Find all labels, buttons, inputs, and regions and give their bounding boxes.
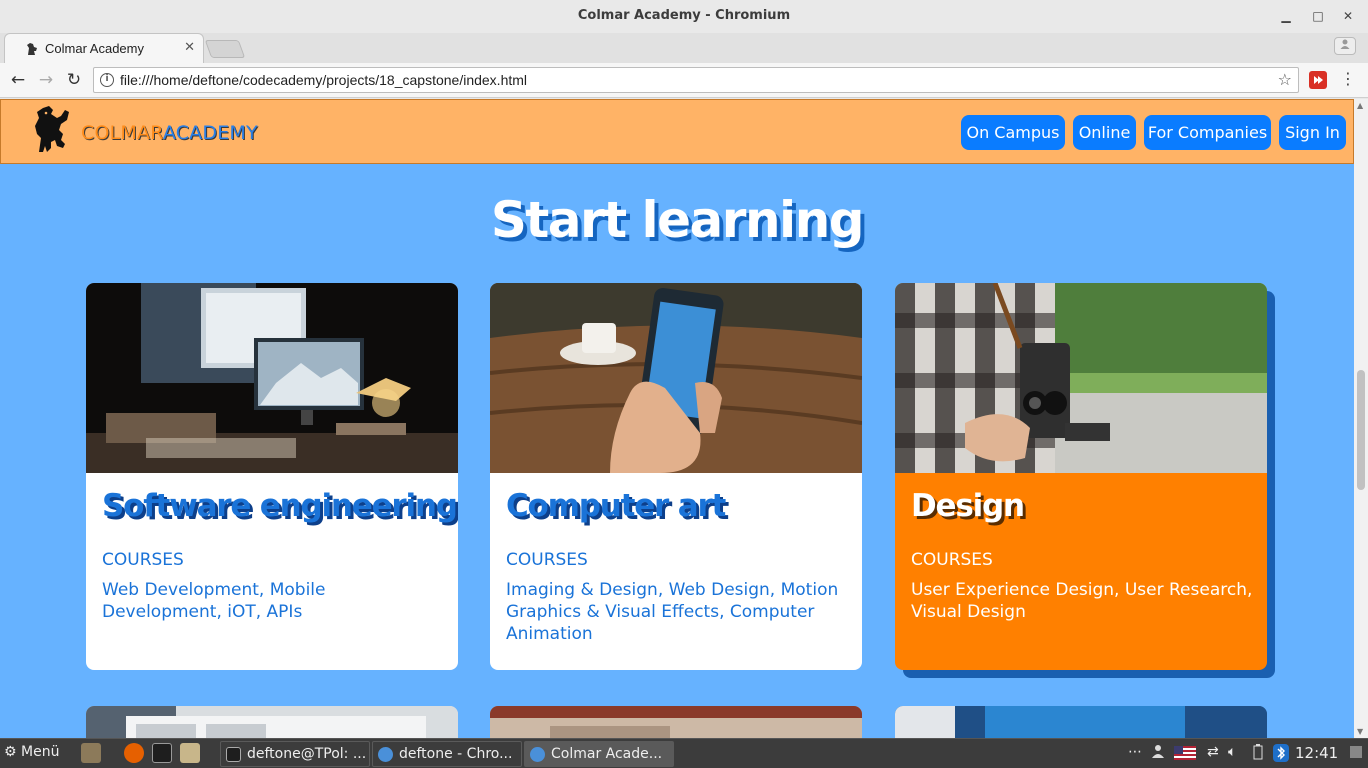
close-window-button[interactable]: ✕ bbox=[1338, 6, 1358, 26]
show-desktop-icon[interactable] bbox=[1350, 746, 1362, 762]
task-label: deftone@TPol: ... bbox=[247, 746, 367, 762]
card-label: COURSES bbox=[506, 550, 588, 570]
scroll-up-icon[interactable]: ▲ bbox=[1357, 101, 1363, 110]
card-photo-blurred bbox=[490, 706, 862, 738]
profile-icon[interactable] bbox=[1334, 37, 1356, 55]
scrollbar-thumb[interactable] bbox=[1357, 370, 1365, 490]
lion-logo-icon[interactable] bbox=[31, 104, 73, 154]
nav-online[interactable]: Online bbox=[1073, 115, 1136, 150]
tray-overflow-icon[interactable]: ⋯ bbox=[1128, 744, 1142, 760]
start-menu-button[interactable]: ⚙ Menü bbox=[4, 744, 59, 760]
address-bar[interactable]: i file:///home/deftone/codecademy/projec… bbox=[93, 67, 1299, 93]
site-header: COLMARACADEMY On Campus Online For Compa… bbox=[0, 99, 1354, 164]
tab-title: Colmar Academy bbox=[45, 41, 144, 56]
info-icon[interactable]: i bbox=[100, 73, 114, 87]
bluetooth-icon[interactable] bbox=[1273, 744, 1289, 766]
page-scrollbar[interactable]: ▲ ▼ bbox=[1354, 99, 1368, 738]
course-card-computer-art[interactable]: Computer art COURSES Imaging & Design, W… bbox=[490, 283, 862, 670]
tab-strip: Colmar Academy ✕ bbox=[0, 33, 1368, 63]
taskbar-task-chromium-2[interactable]: Colmar Acade... bbox=[524, 741, 674, 767]
user-icon[interactable] bbox=[1152, 744, 1164, 762]
gear-icon: ⚙ bbox=[4, 744, 17, 760]
section-title: Start learning bbox=[490, 191, 865, 249]
url-text[interactable]: file:///home/deftone/codecademy/projects… bbox=[120, 72, 527, 88]
task-label: deftone - Chro... bbox=[399, 746, 513, 762]
logo-part-academy: ACADEMY bbox=[162, 122, 258, 144]
page-viewport: COLMARACADEMY On Campus Online For Compa… bbox=[0, 99, 1354, 738]
clock: 12:41 bbox=[1295, 744, 1339, 762]
start-menu-label: Menü bbox=[21, 744, 60, 760]
scroll-down-icon[interactable]: ▼ bbox=[1357, 727, 1363, 736]
reload-icon[interactable]: ↻ bbox=[63, 69, 85, 91]
nav-sign-in[interactable]: Sign In bbox=[1279, 115, 1346, 150]
nav-for-companies[interactable]: For Companies bbox=[1144, 115, 1271, 150]
volume-icon[interactable]: 🔈︎ bbox=[1228, 744, 1236, 760]
battery-icon[interactable] bbox=[1253, 744, 1263, 764]
browser-toolbar: ← → ↻ i file:///home/deftone/codecademy/… bbox=[0, 63, 1368, 98]
logo-part-colmar: COLMAR bbox=[81, 122, 163, 144]
back-icon[interactable]: ← bbox=[7, 69, 29, 91]
tab-close-icon[interactable]: ✕ bbox=[184, 40, 195, 55]
new-tab-button[interactable] bbox=[204, 40, 246, 58]
us-flag-icon[interactable] bbox=[1174, 746, 1196, 764]
taskbar-task-terminal[interactable]: deftone@TPol: ... bbox=[220, 741, 370, 767]
card-courses-text: Web Development, Mobile Development, iOT… bbox=[102, 580, 326, 622]
card-photo-hand-phone bbox=[490, 283, 862, 473]
card-photo-person bbox=[895, 706, 1267, 738]
card-photo-camera bbox=[895, 283, 1267, 473]
tab-colmar-academy[interactable]: Colmar Academy ✕ bbox=[4, 33, 204, 63]
card-title: Software engineering bbox=[102, 488, 458, 524]
browser-menu-icon[interactable]: ⋮ bbox=[1340, 69, 1356, 88]
window-title: Colmar Academy - Chromium bbox=[577, 8, 791, 23]
bookmark-star-icon[interactable]: ☆ bbox=[1278, 70, 1292, 89]
course-card-software-engineering[interactable]: Software engineering COURSES Web Develop… bbox=[86, 283, 458, 670]
card-label: COURSES bbox=[102, 550, 184, 570]
chromium-icon bbox=[530, 747, 545, 762]
card-photo-laptop bbox=[86, 706, 458, 738]
minimize-button[interactable]: ▁ bbox=[1276, 6, 1296, 26]
card-title: Design bbox=[911, 488, 1025, 524]
course-card-partial[interactable] bbox=[895, 706, 1267, 738]
forward-icon[interactable]: → bbox=[35, 69, 57, 91]
lion-favicon-icon bbox=[25, 42, 39, 56]
firefox-icon[interactable] bbox=[124, 743, 144, 763]
chromium-icon bbox=[378, 747, 393, 762]
network-icon[interactable]: ⇄ bbox=[1207, 744, 1219, 760]
card-label: COURSES bbox=[911, 550, 993, 570]
course-card-partial[interactable] bbox=[490, 706, 862, 738]
terminal-icon bbox=[226, 747, 241, 762]
card-title: Computer art bbox=[506, 488, 726, 524]
os-taskbar: ⚙ Menü deftone@TPol: ... deftone - Chro.… bbox=[0, 738, 1368, 768]
folder-icon[interactable] bbox=[180, 743, 200, 763]
taskbar-task-chromium-1[interactable]: deftone - Chro... bbox=[372, 741, 522, 767]
card-courses-text: User Experience Design, User Research, V… bbox=[911, 580, 1253, 622]
extension-icon[interactable] bbox=[1309, 71, 1327, 89]
window-title-bar: Colmar Academy - Chromium ▁ □ ✕ bbox=[0, 0, 1368, 33]
site-logo-text[interactable]: COLMARACADEMY bbox=[81, 122, 258, 144]
file-archive-icon[interactable] bbox=[81, 743, 101, 763]
course-card-partial[interactable] bbox=[86, 706, 458, 738]
card-courses-text: Imaging & Design, Web Design, Motion Gra… bbox=[506, 580, 839, 644]
maximize-button[interactable]: □ bbox=[1308, 6, 1328, 26]
course-card-design[interactable]: Design COURSES User Experience Design, U… bbox=[895, 283, 1267, 670]
task-label: Colmar Acade... bbox=[551, 746, 663, 762]
terminal-icon[interactable] bbox=[152, 743, 172, 763]
nav-on-campus[interactable]: On Campus bbox=[961, 115, 1065, 150]
card-photo-desk-computer bbox=[86, 283, 458, 473]
